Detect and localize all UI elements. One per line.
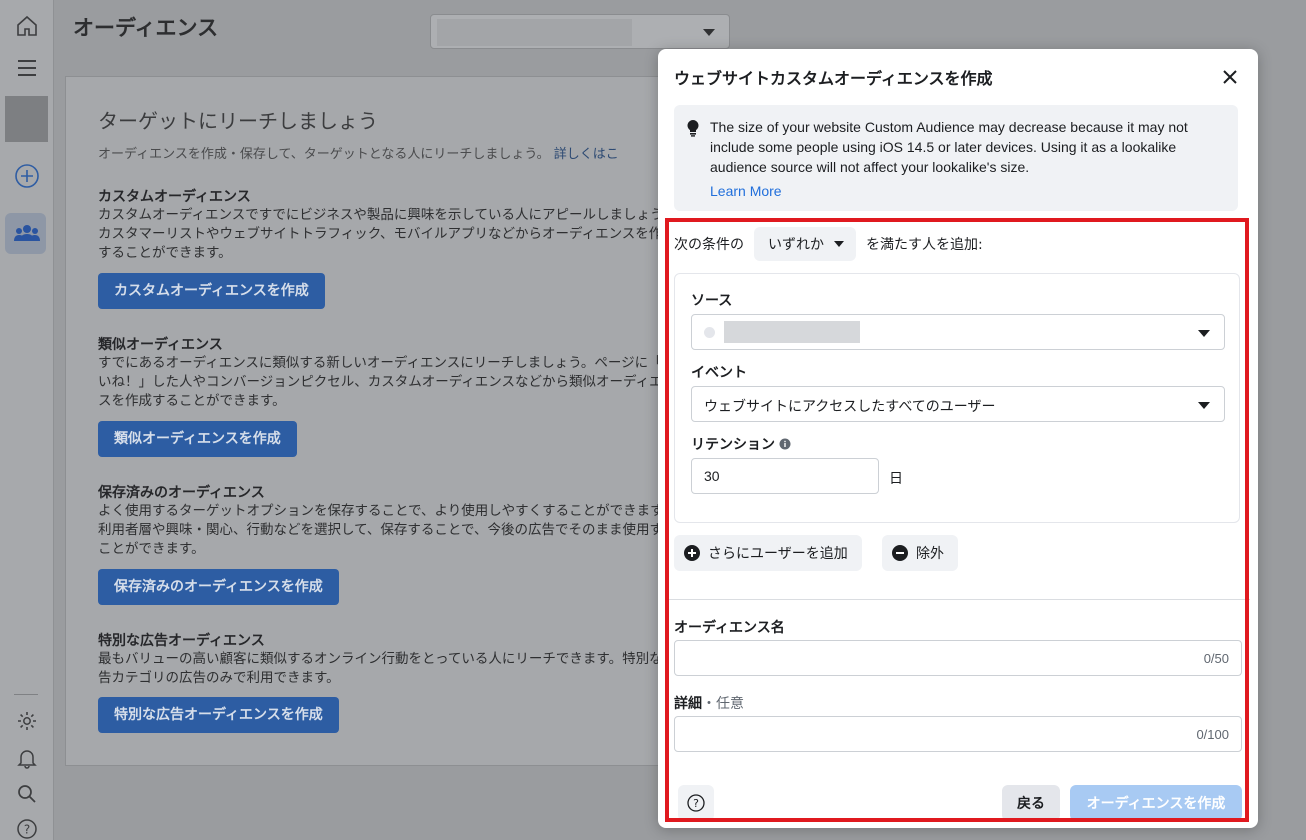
menu-icon[interactable]	[12, 53, 42, 83]
chevron-down-icon	[834, 241, 844, 247]
custom-audience-desc: カスタムオーディエンスですでにビジネスや製品に興味を示している人にアピールしまし…	[98, 207, 677, 261]
modal-title: ウェブサイトカスタムオーディエンスを作成	[674, 69, 993, 88]
special-ad-audience-title: 特別な広告オーディエンス	[98, 633, 265, 649]
home-icon[interactable]	[12, 11, 42, 41]
add-icon[interactable]	[12, 161, 42, 191]
details-optional: ・任意	[702, 696, 744, 712]
svg-text:?: ?	[24, 823, 30, 837]
left-rail: ?	[0, 0, 54, 840]
retention-label: リテンション	[691, 437, 775, 453]
condition-prefix: 次の条件の	[674, 237, 744, 253]
retention-unit: 日	[889, 471, 903, 487]
chevron-down-icon	[1198, 402, 1210, 409]
create-saved-audience-button[interactable]: 保存済みのオーディエンスを作成	[98, 569, 339, 605]
card-heading: ターゲットにリーチしましょう	[98, 109, 378, 133]
svg-text:?: ?	[693, 797, 699, 810]
chevron-down-icon	[703, 29, 715, 36]
question-icon: ?	[687, 794, 705, 812]
back-button[interactable]: 戻る	[1002, 785, 1060, 821]
ios-notice: The size of your website Custom Audience…	[674, 105, 1238, 211]
notice-text: The size of your website Custom Audience…	[710, 119, 1188, 175]
lightbulb-icon	[686, 119, 700, 141]
section-divider	[666, 599, 1250, 600]
details-input[interactable]: 0/100	[674, 716, 1242, 752]
audience-name-counter: 0/50	[1203, 651, 1229, 666]
custom-audience-title: カスタムオーディエンス	[98, 189, 251, 205]
exclude-label: 除外	[916, 546, 944, 562]
help-button[interactable]: ?	[678, 785, 714, 821]
search-icon[interactable]	[12, 779, 42, 809]
source-label: ソース	[691, 293, 733, 309]
source-select[interactable]	[691, 314, 1225, 350]
audiences-icon[interactable]	[12, 218, 42, 248]
details-label-text: 詳細	[674, 696, 702, 712]
audience-name-label: オーディエンス名	[674, 620, 785, 636]
details-counter: 0/100	[1196, 727, 1229, 742]
retention-label-row: リテンション	[691, 434, 791, 454]
add-more-users-button[interactable]: さらにユーザーを追加	[674, 535, 862, 571]
exclude-button[interactable]: 除外	[882, 535, 958, 571]
match-any-dropdown[interactable]: いずれか	[754, 227, 856, 261]
help-icon[interactable]: ?	[12, 814, 42, 840]
card-subtitle: オーディエンスを作成・保存して、ターゲットとなる人にリーチしましょう。 詳しくは…	[98, 143, 619, 162]
plus-circle-icon	[684, 545, 700, 561]
event-select-value: ウェブサイトにアクセスしたすべてのユーザー	[704, 399, 996, 415]
close-icon[interactable]	[1218, 65, 1242, 89]
create-website-audience-modal: ウェブサイトカスタムオーディエンスを作成 The size of your we…	[658, 49, 1258, 828]
special-ad-audience-desc: 最もバリューの高い顧客に類似するオンライン行動をとっている人にリーチできます。特…	[98, 651, 677, 686]
audience-name-input[interactable]: 0/50	[674, 640, 1242, 676]
saved-audience-desc: よく使用するターゲットオプションを保存することで、より使用しやすくすることができ…	[98, 503, 677, 557]
card-subtitle-text: オーディエンスを作成・保存して、ターゲットとなる人にリーチしましょう。	[98, 147, 550, 162]
page-title: オーディエンス	[73, 16, 219, 40]
event-label: イベント	[691, 365, 747, 381]
create-custom-audience-button[interactable]: カスタムオーディエンスを作成	[98, 273, 325, 309]
saved-audience-title: 保存済みのオーディエンス	[98, 485, 265, 501]
chevron-down-icon	[1198, 330, 1210, 337]
match-any-value: いずれか	[768, 237, 824, 253]
lookalike-audience-desc: すでにあるオーディエンスに類似する新しいオーディエンスにリーチしましょう。ページ…	[98, 355, 677, 409]
bell-icon[interactable]	[12, 743, 42, 773]
create-special-ad-audience-button[interactable]: 特別な広告オーディエンスを作成	[98, 697, 339, 733]
details-label: 詳細・任意	[674, 693, 744, 713]
audience-intro-card: ターゲットにリーチしましょう オーディエンスを作成・保存して、ターゲットとなる人…	[65, 76, 705, 766]
condition-suffix: を満たす人を追加:	[866, 237, 983, 253]
minus-circle-icon	[892, 545, 908, 561]
settings-icon[interactable]	[12, 706, 42, 736]
learn-more-link[interactable]: Learn More	[710, 183, 782, 199]
redacted-pixel-name	[724, 321, 860, 343]
rail-separator	[14, 694, 38, 695]
info-icon[interactable]	[779, 438, 791, 450]
add-more-users-label: さらにユーザーを追加	[708, 546, 848, 562]
redacted-account-name	[437, 19, 632, 46]
ad-account-dropdown[interactable]	[430, 14, 730, 49]
retention-days-input[interactable]	[691, 458, 879, 494]
event-select[interactable]: ウェブサイトにアクセスしたすべてのユーザー	[691, 386, 1225, 422]
condition-row: 次の条件の いずれか を満たす人を追加:	[674, 227, 983, 261]
lookalike-audience-title: 類似オーディエンス	[98, 337, 223, 353]
learn-more-link[interactable]: 詳しくはこ	[554, 147, 619, 162]
source-status-dot	[704, 327, 715, 338]
create-lookalike-audience-button[interactable]: 類似オーディエンスを作成	[98, 421, 297, 457]
rule-box: ソース イベント ウェブサイトにアクセスしたすべてのユーザー リテンション 日	[674, 273, 1240, 523]
create-audience-button[interactable]: オーディエンスを作成	[1070, 785, 1242, 821]
account-thumbnail[interactable]	[5, 96, 48, 142]
